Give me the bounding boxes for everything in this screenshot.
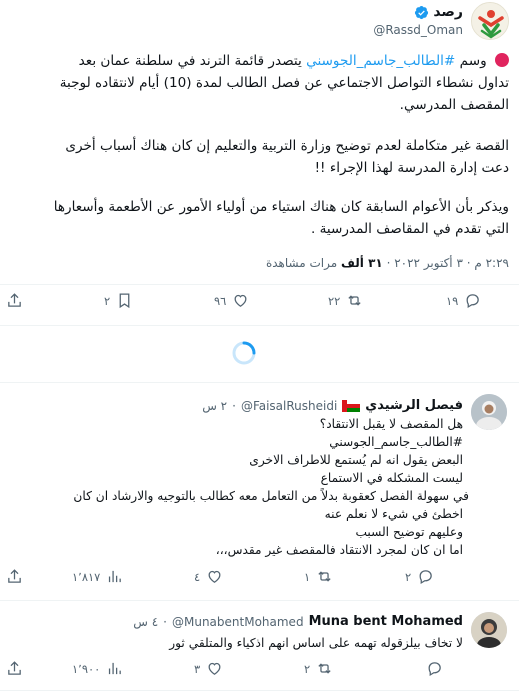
reply-actions: ١٬٨١٧ ٤ ١ ٢ [0,568,519,592]
retweet-icon [318,663,331,674]
tweet-line: دعت إدارة المدرسة لهذا الإجراء !! [314,160,509,176]
tweet-text: يتصدر قائمة الترند في سلطنة عمان بعد [78,53,302,69]
reply-button[interactable]: ١٩ [446,292,481,309]
reply-count: ٢ [405,569,412,584]
reply-text-line: ليست المشكله في الاستماع [320,471,463,485]
views-icon [109,570,122,583]
reply-author-name[interactable]: Muna bent Mohamed [309,614,463,629]
separator-dot: · [163,614,167,629]
reply-text-line: لا تخاف بيلزقوله تهمه على اساس انهم اذكي… [169,636,463,650]
tweet-meta: ٢:٢٩ م · ٣ أكتوبر ٢٠٢٢ · ٣١ ألف مرات مشا… [266,256,509,270]
reply-time[interactable]: ٢ س [202,399,227,413]
reply-header: فيصل الرشيدي @FaisalRusheidi · ٢ س [202,398,463,413]
oman-flag-icon [342,399,361,412]
like-count: ٣ [194,661,201,676]
tweet-line: وسم #الطالب_جاسم_الجوسني يتصدر قائمة الت… [9,50,509,72]
views-button[interactable]: ١٬٨١٧ [72,568,123,585]
reply-actions: ١٬٩٠٠ ٣ ٢ [0,660,519,684]
like-button[interactable]: ٤ [194,568,223,585]
tweet-line: المقصف المدرسي. [399,97,509,113]
reply-text-line: في سهولة الفصل كعقوبة بدلاً من التعامل م… [73,489,469,503]
hashtag-link[interactable]: #الطالب_جاسم_الجوسني [306,53,455,69]
tweet-text: وسم [459,53,487,69]
reply-button[interactable] [420,660,443,677]
reply-header: Muna bent Mohamed @MunabentMohamed · ٤ س [133,614,463,629]
reply-author-name[interactable]: فيصل الرشيدي [365,398,463,413]
divider [0,325,519,326]
tweet-line: ويذكر بأن الأعوام السابقة كان هناك استيا… [53,199,509,215]
bookmark-icon [119,293,130,309]
user-photo-icon [471,612,507,648]
like-icon [208,662,221,675]
reply-author-handle[interactable]: @MunabentMohamed [172,615,304,629]
tweet-line: التي تقدم في المقاصف المدرسية . [311,221,509,237]
views-count: ٣١ ألف [341,256,383,270]
reply-text-line: البعض يقول انه لم يُستمع للاطراف الاخرى [249,453,463,467]
reply-count: ١٩ [446,293,459,308]
author-avatar[interactable] [471,2,509,40]
reply-icon [428,662,441,677]
like-count: ٩٦ [214,293,227,308]
reply-text-line: اما ان كان لمجرد الانتقاد فالمقصف غير مق… [215,543,463,557]
reply-button[interactable]: ٢ [405,568,434,585]
tweet-line: تداول نشطاء التواصل الاجتماعي عن فصل الط… [59,75,509,91]
reply-icon [466,294,480,309]
views-button[interactable]: ١٬٩٠٠ [72,660,123,677]
reply-text-line: وعليهم توضيح السبب [355,525,463,539]
reply-avatar[interactable] [471,394,507,430]
like-button[interactable]: ٩٦ [214,292,249,309]
divider [0,600,519,601]
share-icon [8,293,21,307]
tweet-paragraph-1: وسم #الطالب_جاسم_الجوسني يتصدر قائمة الت… [9,50,509,116]
author-handle[interactable]: @Rassd_Oman [373,23,463,37]
author-name[interactable]: رصد [433,4,463,20]
divider [0,284,519,285]
rassd-logo-icon [472,3,508,39]
share-icon [8,661,21,675]
tweet-header: رصد @Rassd_Oman [0,0,519,44]
tweet-paragraph-2: القصة غير متكاملة لعدم توضيح وزارة الترب… [9,135,509,179]
like-button[interactable]: ٣ [194,660,223,677]
views-label: مرات مشاهدة [265,256,338,270]
reply-icon [419,570,432,585]
retweet-button[interactable]: ٢٢ [328,292,363,309]
share-button[interactable] [6,292,23,309]
retweet-button[interactable]: ١ [304,568,333,585]
retweet-icon [318,571,331,582]
divider [0,382,519,383]
reply-text-line: اخطئ في شيء لا نعلم عنه [324,507,463,521]
tweet-paragraph-3: ويذكر بأن الأعوام السابقة كان هناك استيا… [9,196,509,240]
user-photo-icon [471,394,507,430]
divider [0,690,519,691]
like-icon [208,570,221,583]
share-button[interactable] [6,660,23,677]
retweet-count: ٢٢ [328,293,341,308]
red-circle-icon [495,53,509,67]
views-count: ١٬٨١٧ [72,569,101,584]
like-count: ٤ [194,569,201,584]
verified-badge-icon [415,5,429,19]
tweet-line: القصة غير متكاملة لعدم توضيح وزارة الترب… [65,138,509,154]
separator-dot: · [232,398,236,413]
author-name-line: رصد [414,4,463,20]
tweet-actions: ٢ ٩٦ ٢٢ ١٩ [0,292,519,316]
bookmark-count: ٢ [104,293,111,308]
retweet-icon [348,295,361,306]
loading-spinner-icon [232,341,256,365]
reply-time[interactable]: ٤ س [133,615,158,629]
bookmark-button[interactable]: ٢ [104,292,133,309]
tweet-timestamp[interactable]: ٢:٢٩ م · ٣ أكتوبر ٢٠٢٢ · [387,256,509,270]
reply-author-handle[interactable]: @FaisalRusheidi [241,399,337,413]
retweet-count: ٢ [304,661,311,676]
share-icon [8,569,21,583]
views-icon [109,662,122,675]
retweet-button[interactable]: ٢ [304,660,333,677]
share-button[interactable] [6,568,23,585]
hashtag-link[interactable]: #الطالب_جاسم_الجوسني [13,433,463,451]
reply-avatar[interactable] [471,612,507,648]
like-icon [234,294,247,307]
views-count: ١٬٩٠٠ [72,661,101,676]
reply-text-line: هل المقصف لا يقبل الانتقاد؟ [319,417,463,431]
retweet-count: ١ [304,569,311,584]
